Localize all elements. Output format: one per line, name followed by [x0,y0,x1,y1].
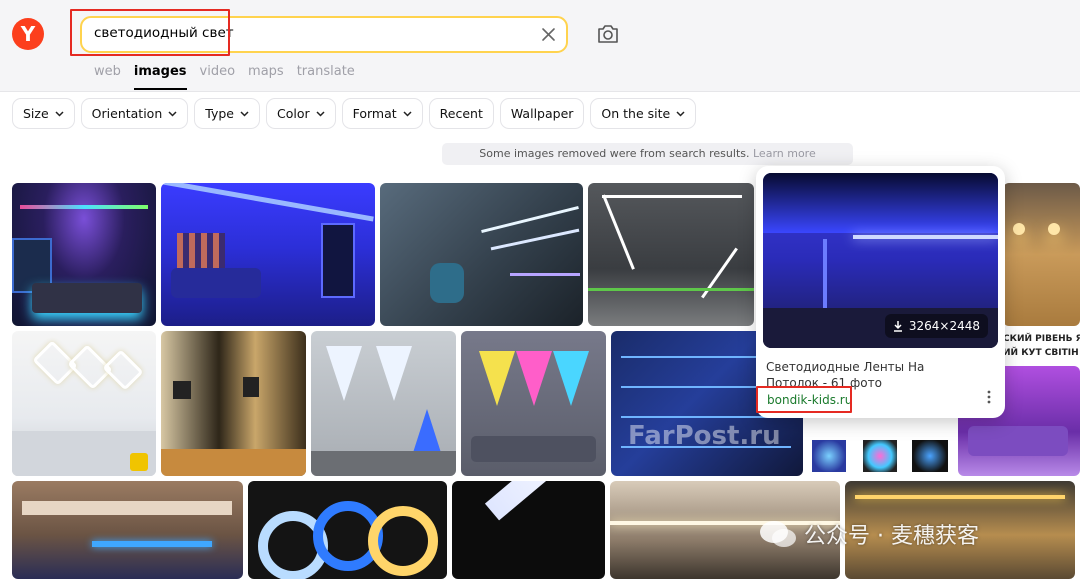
filter-color-label: Color [276,106,310,121]
image-result[interactable] [12,331,156,476]
more-options-icon[interactable] [987,390,991,404]
image-size-badge[interactable]: 3264×2448 [884,314,988,338]
image-result[interactable] [12,183,156,326]
overlay-text-line-2: ИЙ КУТ СВІТІН [1003,348,1079,358]
image-result[interactable] [12,481,243,579]
filter-wallpaper-label: Wallpaper [510,106,574,121]
chevron-down-icon [168,110,177,117]
filter-color[interactable]: Color [265,98,336,129]
filter-bar: Size Orientation Type Color Format Recen… [12,98,697,129]
filter-on-the-site[interactable]: On the site [590,98,697,129]
overlay-text-line-1: СКИЙ РІВЕНЬ ЯС [1003,334,1080,344]
removed-results-notice: Some images removed were from search res… [442,143,853,165]
image-preview-card[interactable]: 3264×2448 Светодиодные Ленты На Потолок … [756,166,1005,418]
filter-on-the-site-label: On the site [601,106,671,121]
download-icon [893,321,902,332]
chevron-down-icon [240,110,249,117]
image-result[interactable] [248,481,447,579]
notice-text: Some images removed were from search res… [479,147,750,160]
clear-icon[interactable] [541,27,556,42]
filter-wallpaper[interactable]: Wallpaper [499,98,585,129]
source-highlight-box [756,386,852,413]
image-overlay-text: СКИЙ РІВЕНЬ ЯС ИЙ КУТ СВІТІН [1001,332,1080,366]
image-result[interactable] [1003,183,1080,326]
chevron-down-icon [55,110,64,117]
filter-type-label: Type [205,106,234,121]
image-result[interactable] [808,418,953,476]
tab-video[interactable]: video [200,64,236,87]
filter-orientation[interactable]: Orientation [80,98,189,129]
image-result[interactable] [452,481,605,579]
search-tabs: web images video maps translate [94,64,368,90]
tab-translate[interactable]: translate [297,64,355,87]
image-result[interactable] [161,183,375,326]
watermark-text: 公众号 · 麦穗获客 [804,524,979,549]
filter-orientation-label: Orientation [91,106,163,121]
wechat-icon [760,521,796,547]
chevron-down-icon [316,110,325,117]
tab-images[interactable]: images [133,64,187,90]
image-result[interactable] [588,183,754,326]
filter-recent-label: Recent [439,106,483,121]
filter-format[interactable]: Format [341,98,423,129]
header-bar: Y web images video maps translate [0,0,1080,92]
preview-image[interactable]: 3264×2448 [763,173,998,348]
learn-more-link[interactable]: Learn more [753,147,816,160]
camera-search-icon[interactable] [596,23,620,45]
filter-format-label: Format [352,106,397,121]
yandex-logo[interactable]: Y [12,18,44,50]
tab-maps[interactable]: maps [248,64,284,87]
image-result[interactable] [380,183,583,326]
image-result[interactable] [161,331,306,476]
wechat-watermark: 公众号 · 麦穗获客 [758,518,979,550]
chevron-down-icon [403,110,412,117]
filter-recent[interactable]: Recent [428,98,494,129]
tab-web[interactable]: web [94,64,121,87]
filter-size[interactable]: Size [12,98,75,129]
query-highlight-box [70,9,230,56]
image-result[interactable] [461,331,606,476]
filter-size-label: Size [23,106,49,121]
filter-type[interactable]: Type [194,98,260,129]
chevron-down-icon [676,110,685,117]
image-size-text: 3264×2448 [908,319,980,333]
farpost-watermark: FarPost.ru [628,421,781,451]
image-result[interactable] [311,331,456,476]
